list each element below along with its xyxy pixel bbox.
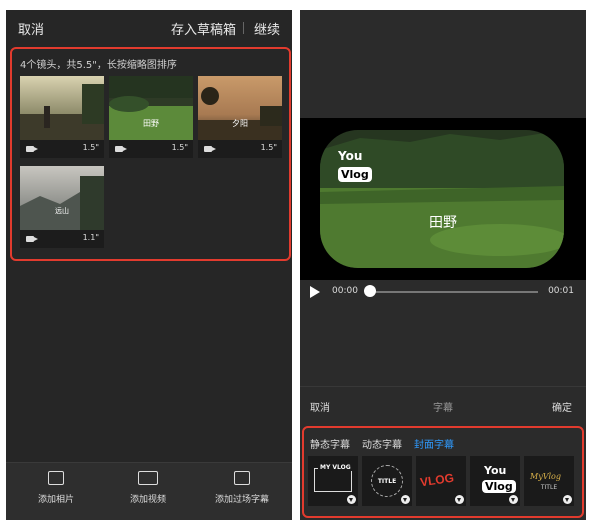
clip-caption-3: 夕阳 bbox=[232, 119, 248, 128]
tab-cover-subtitle[interactable]: 封面字幕 bbox=[414, 436, 454, 451]
progress-handle[interactable] bbox=[364, 285, 376, 297]
badge-vlog: Vlog bbox=[338, 167, 372, 182]
clip-caption-2: 田野 bbox=[143, 119, 159, 128]
download-icon[interactable] bbox=[347, 495, 356, 504]
clip-image-1 bbox=[20, 76, 104, 140]
template-label-4b: Vlog bbox=[482, 480, 516, 493]
clip-meta-4: 1.1" bbox=[20, 230, 104, 248]
template-you-vlog[interactable]: You Vlog bbox=[470, 456, 520, 506]
download-icon[interactable] bbox=[401, 495, 410, 504]
tab-dynamic-subtitle[interactable]: 动态字幕 bbox=[362, 436, 402, 451]
add-video-button[interactable]: 添加视频 bbox=[108, 471, 188, 505]
clip-image-4 bbox=[20, 166, 104, 230]
panel-title: 字幕 bbox=[433, 403, 453, 414]
add-video-label: 添加视频 bbox=[129, 495, 166, 505]
template-label-3: VLOG bbox=[419, 470, 455, 490]
divider bbox=[243, 22, 244, 34]
video-plus-icon bbox=[138, 471, 158, 485]
video-camera-icon bbox=[204, 146, 216, 152]
total-time: 00:01 bbox=[548, 286, 574, 296]
clip-meta-2: 1.5" bbox=[109, 140, 193, 158]
top-bar: 取消 存入草稿箱 继续 bbox=[6, 10, 292, 44]
clip-meta-1: 1.5" bbox=[20, 140, 104, 158]
photo-icon bbox=[48, 471, 64, 485]
confirm-button[interactable]: 确定 bbox=[552, 399, 572, 414]
tab-static-subtitle[interactable]: 静态字幕 bbox=[310, 436, 350, 451]
template-script-title[interactable]: MyVlog TITLE bbox=[524, 456, 574, 506]
bottom-toolbar: 添加相片 添加视频 添加过场字幕 bbox=[6, 462, 292, 520]
template-label-4a: You bbox=[484, 464, 507, 477]
video-preview[interactable]: You Vlog 田野 bbox=[300, 118, 586, 280]
clip-image-3 bbox=[198, 76, 282, 140]
clip-editor-screen: 取消 存入草稿箱 继续 4个镜头，共5.5"，长按缩略图排序 1.5" 田野 1… bbox=[6, 10, 292, 520]
cancel-button[interactable]: 取消 bbox=[18, 19, 44, 38]
subtitle-editor-screen: You Vlog 田野 00:00 00:01 取消 字幕 确定 静态字幕 动态… bbox=[300, 10, 586, 520]
add-photo-button[interactable]: 添加相片 bbox=[16, 471, 96, 505]
clip-duration-1: 1.5" bbox=[82, 143, 99, 152]
clip-thumbnail-1[interactable]: 1.5" bbox=[20, 76, 104, 158]
frame-shape bbox=[314, 468, 352, 492]
template-label-1: MY VLOG bbox=[318, 464, 353, 471]
download-icon[interactable] bbox=[509, 495, 518, 504]
video-camera-icon bbox=[26, 146, 38, 152]
template-round-title[interactable]: TITLE bbox=[362, 456, 412, 506]
clip-caption-4: 远山 bbox=[55, 207, 69, 215]
add-transition-button[interactable]: 添加过场字幕 bbox=[202, 471, 282, 505]
play-icon[interactable] bbox=[310, 286, 320, 298]
add-photo-label: 添加相片 bbox=[37, 495, 74, 505]
clip-meta-3: 1.5" bbox=[198, 140, 282, 158]
text-frame-icon bbox=[234, 471, 250, 485]
video-camera-icon bbox=[115, 146, 127, 152]
save-draft-button[interactable]: 存入草稿箱 bbox=[171, 19, 236, 38]
video-camera-icon bbox=[26, 236, 38, 242]
download-icon[interactable] bbox=[563, 495, 572, 504]
continue-button[interactable]: 继续 bbox=[254, 19, 280, 38]
badge-you: You bbox=[338, 149, 363, 163]
clip-thumbnail-3[interactable]: 夕阳 1.5" bbox=[198, 76, 282, 158]
current-time: 00:00 bbox=[332, 286, 358, 296]
subtitle-text: 田野 bbox=[429, 215, 457, 231]
script-logo-art: MyVlog bbox=[530, 472, 561, 481]
clip-thumbnail-2[interactable]: 田野 1.5" bbox=[109, 76, 193, 158]
template-label-2: TITLE bbox=[377, 478, 397, 485]
template-my-vlog[interactable]: MY VLOG bbox=[308, 456, 358, 506]
add-transition-label: 添加过场字幕 bbox=[214, 495, 269, 505]
clip-duration-2: 1.5" bbox=[171, 143, 188, 152]
clip-duration-4: 1.1" bbox=[82, 233, 99, 242]
template-label-5: TITLE bbox=[540, 484, 558, 491]
template-vlog-red[interactable]: VLOG bbox=[416, 456, 466, 506]
clip-image-2 bbox=[109, 76, 193, 140]
subtitle-action-bar: 取消 字幕 确定 bbox=[300, 386, 586, 427]
clip-thumbnail-4[interactable]: 远山 1.1" bbox=[20, 166, 104, 248]
clip-duration-3: 1.5" bbox=[260, 143, 277, 152]
clip-hint: 4个镜头，共5.5"，长按缩略图排序 bbox=[20, 60, 177, 71]
download-icon[interactable] bbox=[455, 495, 464, 504]
you-vlog-badge: You Vlog bbox=[338, 150, 372, 182]
progress-track[interactable] bbox=[370, 291, 538, 293]
